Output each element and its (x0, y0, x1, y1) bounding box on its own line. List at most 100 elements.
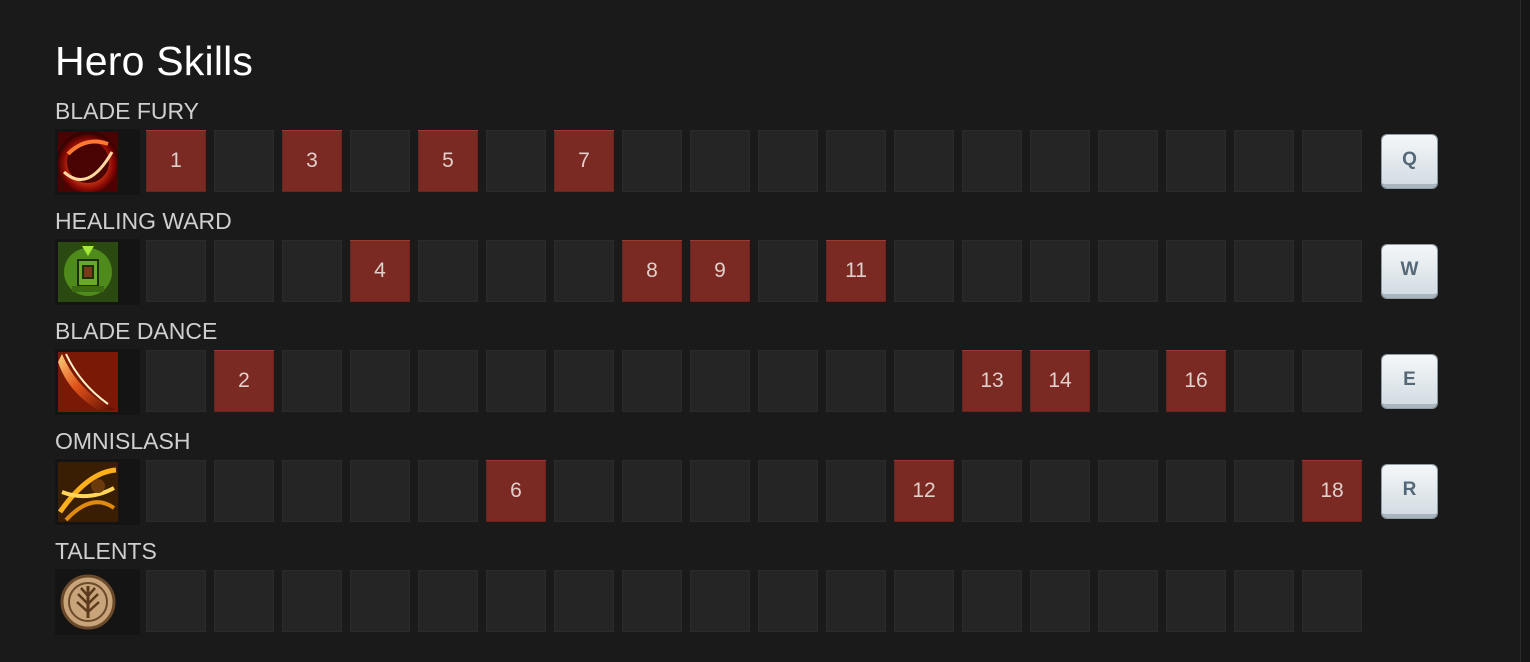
level-cell[interactable] (621, 349, 683, 413)
level-cell[interactable] (1029, 459, 1091, 523)
level-cell[interactable] (621, 129, 683, 193)
level-cell[interactable] (893, 569, 955, 633)
healing-ward-icon (55, 239, 140, 305)
level-cell[interactable] (893, 239, 955, 303)
level-cell[interactable] (1301, 349, 1363, 413)
level-cell[interactable] (757, 129, 819, 193)
level-cell[interactable] (757, 349, 819, 413)
level-cell[interactable] (1233, 129, 1295, 193)
talent-tree-icon (55, 569, 140, 635)
level-cell[interactable] (961, 569, 1023, 633)
level-cell[interactable]: 14 (1029, 349, 1091, 413)
level-cell[interactable] (689, 569, 751, 633)
level-cell[interactable] (213, 239, 275, 303)
hotkey-e[interactable]: E (1382, 355, 1437, 408)
omnislash-icon (55, 459, 140, 525)
level-cell[interactable] (145, 349, 207, 413)
level-cell[interactable] (757, 569, 819, 633)
hotkey-r[interactable]: R (1382, 465, 1437, 518)
level-cell[interactable]: 3 (281, 129, 343, 193)
level-cell[interactable] (485, 349, 547, 413)
blade-fury-icon (55, 129, 140, 195)
level-cell[interactable] (145, 569, 207, 633)
level-cell[interactable] (485, 569, 547, 633)
level-cell[interactable]: 11 (825, 239, 887, 303)
level-cell[interactable] (621, 459, 683, 523)
level-cell[interactable]: 13 (961, 349, 1023, 413)
level-cell[interactable] (417, 239, 479, 303)
level-cell[interactable] (349, 569, 411, 633)
level-cell[interactable]: 12 (893, 459, 955, 523)
level-cell[interactable] (1165, 459, 1227, 523)
level-cell[interactable] (1233, 239, 1295, 303)
level-cell[interactable] (553, 239, 615, 303)
level-cell[interactable] (1233, 349, 1295, 413)
level-cell[interactable] (893, 349, 955, 413)
level-cell[interactable] (213, 569, 275, 633)
level-cell[interactable] (1301, 129, 1363, 193)
level-cell[interactable] (1301, 569, 1363, 633)
level-cell[interactable] (689, 129, 751, 193)
level-cell[interactable]: 8 (621, 239, 683, 303)
level-cell[interactable] (621, 569, 683, 633)
level-cell[interactable] (349, 349, 411, 413)
level-cell[interactable] (1097, 459, 1159, 523)
level-cell[interactable] (213, 459, 275, 523)
level-cell[interactable]: 16 (1165, 349, 1227, 413)
level-cell[interactable]: 7 (553, 129, 615, 193)
level-cell[interactable] (349, 459, 411, 523)
level-cell[interactable] (825, 459, 887, 523)
level-cell[interactable] (689, 459, 751, 523)
level-cell[interactable] (417, 569, 479, 633)
level-cell[interactable] (349, 129, 411, 193)
skill-name-blade-fury: BLADE FURY (55, 98, 200, 124)
level-cell[interactable] (825, 569, 887, 633)
level-cell[interactable] (417, 349, 479, 413)
skill-name-omnislash: OMNISLASH (55, 428, 191, 454)
level-cell[interactable] (757, 239, 819, 303)
level-cell[interactable] (1301, 239, 1363, 303)
hotkey-q[interactable]: Q (1382, 135, 1437, 188)
level-cell[interactable] (213, 129, 275, 193)
level-cell[interactable]: 1 (145, 129, 207, 193)
level-cell[interactable] (1029, 129, 1091, 193)
level-cell[interactable] (145, 459, 207, 523)
level-cell[interactable] (757, 459, 819, 523)
level-cell[interactable] (1097, 349, 1159, 413)
level-cell[interactable] (1029, 239, 1091, 303)
level-cell[interactable] (417, 459, 479, 523)
level-cell[interactable] (1233, 569, 1295, 633)
hotkey-w[interactable]: W (1382, 245, 1437, 298)
level-cell[interactable] (553, 569, 615, 633)
level-cell[interactable] (553, 459, 615, 523)
level-cell[interactable] (281, 239, 343, 303)
level-cell[interactable] (825, 129, 887, 193)
level-cell[interactable] (1097, 239, 1159, 303)
level-cell[interactable] (1029, 569, 1091, 633)
level-cell[interactable] (825, 349, 887, 413)
level-cell[interactable] (281, 459, 343, 523)
level-cell[interactable]: 2 (213, 349, 275, 413)
level-cell[interactable] (485, 129, 547, 193)
level-cell[interactable] (145, 239, 207, 303)
level-cell[interactable] (689, 349, 751, 413)
level-cell[interactable] (1165, 569, 1227, 633)
level-cell[interactable]: 6 (485, 459, 547, 523)
level-cell[interactable]: 4 (349, 239, 411, 303)
level-cell[interactable]: 18 (1301, 459, 1363, 523)
level-cell[interactable] (485, 239, 547, 303)
level-cell[interactable] (961, 129, 1023, 193)
level-cell[interactable] (961, 239, 1023, 303)
level-cell[interactable] (553, 349, 615, 413)
level-cell[interactable] (1233, 459, 1295, 523)
level-cell[interactable]: 9 (689, 239, 751, 303)
level-cell[interactable] (281, 569, 343, 633)
level-cell[interactable] (1165, 239, 1227, 303)
level-cell[interactable] (1097, 569, 1159, 633)
level-cell[interactable]: 5 (417, 129, 479, 193)
level-cell[interactable] (961, 459, 1023, 523)
level-cell[interactable] (893, 129, 955, 193)
level-cell[interactable] (1097, 129, 1159, 193)
level-cell[interactable] (1165, 129, 1227, 193)
level-cell[interactable] (281, 349, 343, 413)
